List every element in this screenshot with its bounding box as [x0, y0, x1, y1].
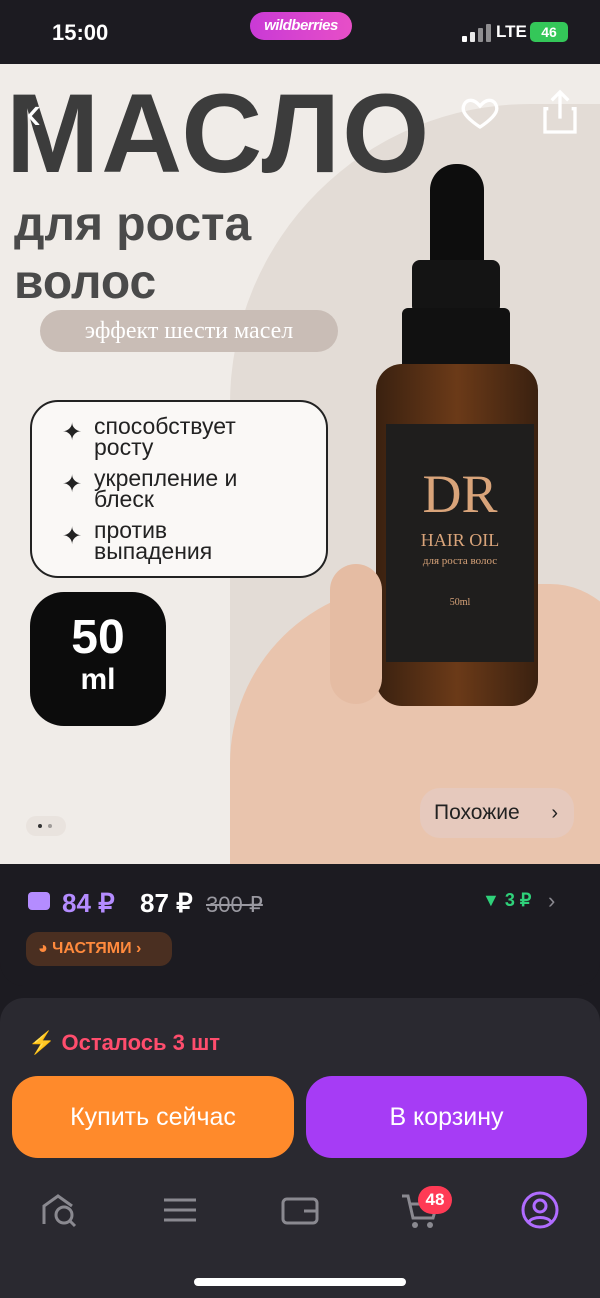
label-volume: 50ml [449, 597, 471, 608]
installments-button[interactable]: ◕ ЧАСТЯМИ › [26, 932, 172, 966]
current-price: 87 ₽ [140, 888, 193, 918]
sparkle-icon: ✦ [62, 471, 83, 498]
pie-chart-icon: ◕ [38, 940, 48, 957]
similar-button[interactable]: Похожие › [420, 788, 574, 838]
dropper-bulb [430, 164, 484, 268]
label-brand: DR [422, 464, 498, 524]
sparkle-icon: ✦ [62, 419, 83, 446]
heart-icon[interactable] [460, 92, 500, 132]
thumb-image [330, 564, 382, 704]
hero-title: МАСЛО [6, 71, 432, 196]
volume-number: 50 [71, 611, 125, 664]
similar-label: Похожие [434, 801, 520, 824]
bottle-label: DR HAIR OIL для роста волос 50ml [386, 424, 534, 662]
back-arrow-icon[interactable]: ‹ [26, 89, 41, 135]
share-icon[interactable] [540, 88, 580, 136]
dropper-ring [412, 260, 500, 314]
add-to-cart-button[interactable]: В корзину [306, 1076, 587, 1158]
hero-subtitle-line1: для роста [14, 198, 252, 251]
chevron-right-icon[interactable]: › [548, 888, 555, 914]
home-indicator[interactable] [194, 1278, 406, 1286]
wallet-icon [28, 892, 50, 910]
chevron-right-icon: › [136, 940, 142, 957]
wallet-price: 84 ₽ [62, 888, 115, 918]
signal-icon [462, 24, 492, 42]
price-drop-value: 3 ₽ [504, 890, 532, 910]
installments-label: ЧАСТЯМИ [52, 940, 132, 957]
profile-icon[interactable] [518, 1188, 562, 1232]
battery-indicator: 46 [530, 22, 568, 42]
price-drop[interactable]: ▼ 3 ₽ [482, 890, 531, 911]
label-description: для роста волос [422, 555, 498, 567]
feature-item: ✦ укрепление и блеск [62, 467, 326, 512]
lightning-icon: ⚡ [28, 1030, 56, 1055]
home-search-icon[interactable] [38, 1188, 82, 1232]
wallet-icon[interactable] [278, 1188, 322, 1232]
hero-subtitle-line2: волос [14, 256, 157, 309]
network-type: LTE [496, 22, 527, 41]
volume-unit: ml [80, 663, 116, 696]
volume-badge: 50 ml [30, 592, 166, 726]
hero-effect-pill: эффект шести масел [40, 310, 338, 352]
pagination-dot-active [38, 824, 42, 828]
stock-text: Осталось 3 шт [61, 1030, 221, 1055]
bottom-nav [0, 1174, 600, 1246]
cart-badge: 48 [418, 1186, 452, 1214]
old-price: 300 ₽ [206, 892, 263, 917]
feature-item: ✦ против выпадения [62, 519, 326, 564]
sparkle-icon: ✦ [62, 523, 83, 550]
features-box: ✦ способствует росту ✦ укрепление и блеск … [30, 400, 328, 578]
status-bar: 15:00 wildberries LTE 46 [0, 0, 600, 64]
stock-warning: ⚡ Осталось 3 шт [28, 1030, 220, 1056]
chevron-right-icon: › [551, 802, 558, 824]
brand-logo: wildberries [250, 12, 352, 40]
menu-icon[interactable] [158, 1188, 202, 1232]
buy-now-button[interactable]: Купить сейчас [12, 1076, 294, 1158]
status-time: 15:00 [52, 20, 109, 45]
feature-line2: блеск [94, 486, 154, 512]
pagination-dot [48, 824, 52, 828]
feature-line2: росту [94, 434, 154, 460]
purchase-panel: ⚡ Осталось 3 шт Купить сейчас В корзину … [0, 998, 600, 1298]
label-name: HAIR OIL [420, 530, 500, 550]
price-section: 84 ₽ 87 ₽ 300 ₽ ▼ 3 ₽ › ◕ ЧАСТЯМИ › [0, 864, 600, 986]
feature-item: ✦ способствует росту [62, 415, 326, 460]
product-image-gallery[interactable]: МАСЛО для роста волос эффект шести масел… [0, 64, 600, 864]
hero-subtitle: для роста волос [14, 196, 251, 312]
feature-line2: выпадения [94, 538, 213, 564]
gallery-pagination[interactable] [26, 816, 66, 836]
